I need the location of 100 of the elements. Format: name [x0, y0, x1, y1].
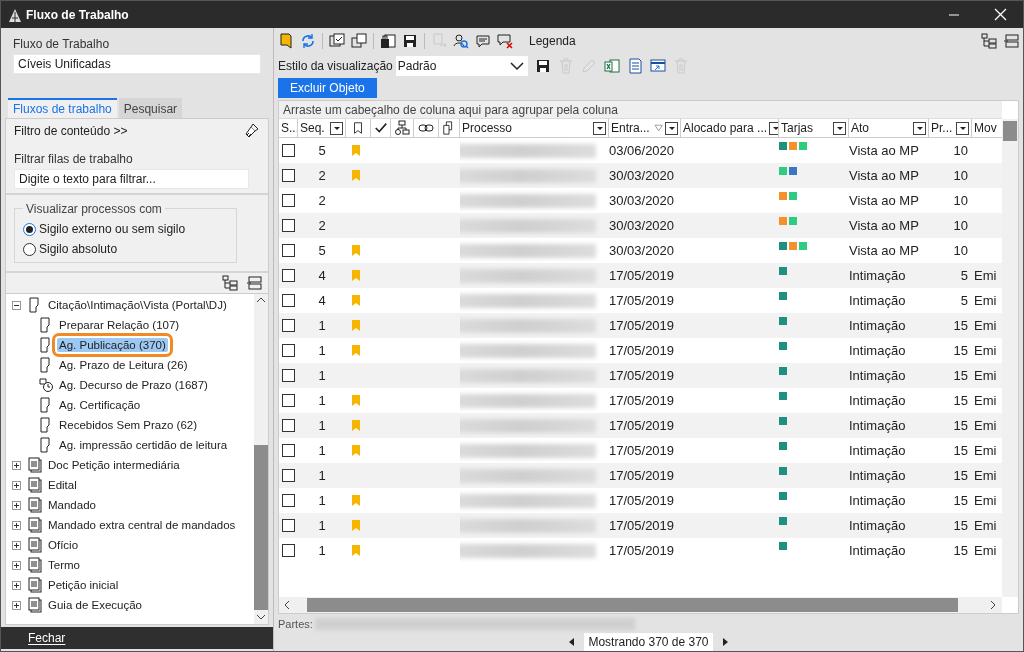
table-row[interactable]: 1 17/05/2019 Intimação 15 Emi — [279, 313, 1002, 338]
table-row[interactable]: 1 17/05/2019 Intimação 15 Emi — [279, 538, 1002, 563]
row-checkbox[interactable] — [282, 394, 295, 407]
column-header[interactable]: Alocado para ... — [681, 119, 779, 137]
table-row[interactable]: 2 30/03/2020 Vista ao MP 10 — [279, 213, 1002, 238]
row-checkbox[interactable] — [282, 144, 295, 157]
expand-toggle-icon[interactable] — [12, 580, 21, 590]
column-header[interactable]: Processo — [460, 119, 609, 137]
row-checkbox[interactable] — [282, 469, 295, 482]
row-checkbox[interactable] — [282, 519, 295, 532]
row-checkbox[interactable] — [282, 294, 295, 307]
table-row[interactable]: 5 30/03/2020 Vista ao MP 10 — [279, 238, 1002, 263]
legend-button[interactable]: Legenda — [529, 34, 576, 48]
table-row[interactable]: 1 17/05/2019 Intimação 15 Emi — [279, 338, 1002, 363]
tree-item[interactable]: Ag. impressão certidão de leitura — [57, 438, 230, 452]
vertical-scrollbar[interactable] — [1002, 119, 1018, 597]
collapse-all-button[interactable] — [246, 275, 262, 291]
tree-item[interactable]: Ag. Prazo de Leitura (26) — [57, 358, 190, 372]
table-row[interactable]: 4 17/05/2019 Intimação 5 Emi — [279, 263, 1002, 288]
expand-toggle-icon[interactable] — [12, 520, 21, 530]
column-header[interactable]: Tarjas — [779, 119, 849, 137]
checklist-tool[interactable] — [329, 33, 345, 49]
expand-toggle-icon[interactable] — [12, 540, 21, 550]
window-export-tool[interactable] — [649, 57, 666, 74]
row-checkbox[interactable] — [282, 244, 295, 257]
column-header[interactable]: Pr... — [929, 119, 972, 137]
radio-button[interactable] — [23, 242, 36, 256]
tree-item[interactable]: Edital — [46, 478, 79, 492]
save-tool[interactable] — [402, 33, 418, 49]
column-header[interactable]: S... — [279, 119, 298, 137]
table-row[interactable]: 1 17/05/2019 Intimação 15 Emi — [279, 463, 1002, 488]
tree-item[interactable]: Recebidos Sem Prazo (62) — [57, 418, 200, 432]
row-checkbox[interactable] — [282, 319, 295, 332]
floppy-lock-tool[interactable] — [380, 33, 396, 49]
row-checkbox[interactable] — [282, 494, 295, 507]
view-style-dropdown[interactable]: Padrão — [395, 55, 528, 76]
comment-tool[interactable] — [475, 33, 491, 49]
table-row[interactable]: 2 30/03/2020 Vista ao MP 10 — [279, 163, 1002, 188]
document-tool[interactable] — [626, 57, 643, 74]
table-row[interactable]: 2 30/03/2020 Vista ao MP 10 — [279, 188, 1002, 213]
expand-toggle-icon[interactable] — [12, 500, 21, 510]
filter-dropdown-button[interactable] — [593, 121, 606, 135]
horizontal-scrollbar[interactable] — [279, 597, 1002, 613]
table-row[interactable]: 1 17/05/2019 Intimação 15 Emi — [279, 513, 1002, 538]
column-header[interactable]: Seq. — [298, 119, 346, 137]
refresh-tool[interactable] — [300, 33, 316, 49]
tree-item[interactable]: Preparar Relação (107) — [57, 318, 182, 332]
column-header[interactable]: Ato — [849, 119, 929, 137]
row-checkbox[interactable] — [282, 194, 295, 207]
hierarchy-button[interactable] — [222, 275, 238, 291]
tree-item[interactable]: Ag. Certificação — [57, 398, 143, 412]
spreadsheet-tool[interactable] — [603, 57, 620, 74]
workflow-field[interactable]: Cíveis Unificadas — [13, 54, 261, 74]
tree-item[interactable]: Mandado extra central de mandados — [46, 518, 238, 532]
vertical-scrollbar[interactable] — [254, 294, 268, 624]
expand-toggle-icon[interactable] — [12, 600, 21, 610]
folder-tool[interactable] — [278, 33, 294, 49]
tree-item[interactable]: Ag. Decurso de Prazo (1687) — [57, 378, 210, 392]
tree-item[interactable]: Petição inicial — [46, 578, 121, 592]
row-checkbox[interactable] — [282, 369, 295, 382]
table-row[interactable]: 1 17/05/2019 Intimação 15 Emi — [279, 488, 1002, 513]
table-row[interactable]: 1 17/05/2019 Intimação 15 Emi — [279, 413, 1002, 438]
row-checkbox[interactable] — [282, 544, 295, 557]
comment-delete-tool[interactable] — [497, 33, 513, 49]
filter-dropdown-button[interactable] — [769, 121, 778, 135]
tree-item[interactable]: Ofício — [46, 538, 81, 552]
row-checkbox[interactable] — [282, 344, 295, 357]
delete-object-button[interactable]: Excluir Objeto — [278, 78, 377, 98]
row-checkbox[interactable] — [282, 219, 295, 232]
user-search-tool[interactable] — [453, 33, 469, 49]
tab[interactable]: Pesquisar — [118, 98, 183, 118]
filter-dropdown-button[interactable] — [665, 121, 678, 135]
tree-item[interactable]: Mandado — [46, 498, 98, 512]
table-row[interactable]: 1 17/05/2019 Intimação 15 Emi — [279, 438, 1002, 463]
table-row[interactable]: 4 17/05/2019 Intimação 5 Emi — [279, 288, 1002, 313]
radio-button[interactable] — [23, 222, 36, 236]
table-row[interactable]: 1 17/05/2019 Intimação 15 Emi — [279, 363, 1002, 388]
filter-dropdown-button[interactable] — [913, 121, 926, 135]
next-page-button[interactable] — [720, 637, 730, 647]
tree-item[interactable]: Citação\Intimação\Vista (Portal\DJ) — [46, 298, 229, 312]
filter-field[interactable]: Digite o texto para filtrar... — [14, 169, 249, 189]
table-row[interactable]: 1 17/05/2019 Intimação 15 Emi — [279, 388, 1002, 413]
tab[interactable]: Fluxos de trabalho — [8, 98, 117, 118]
filter-dropdown-button[interactable] — [330, 121, 343, 135]
save-tool[interactable] — [534, 57, 551, 74]
row-checkbox[interactable] — [282, 444, 295, 457]
tree-item[interactable]: Guia de Execução — [46, 598, 144, 612]
expand-toggle-icon[interactable] — [12, 480, 21, 490]
collapse-toggle-icon[interactable] — [12, 300, 21, 310]
collapse-all-button[interactable] — [1003, 33, 1019, 49]
tree-item[interactable]: Termo — [46, 558, 82, 572]
close-text-button[interactable]: Fechar — [1, 627, 273, 649]
table-row[interactable]: 5 03/06/2020 Vista ao MP 10 — [279, 138, 1002, 163]
previous-page-button[interactable] — [567, 637, 577, 647]
tree-item[interactable]: Doc Petição intermediária — [46, 458, 182, 472]
copy-tool[interactable] — [351, 33, 367, 49]
filter-dropdown-button[interactable] — [833, 121, 846, 135]
expand-toggle-icon[interactable] — [12, 560, 21, 570]
content-filter-link[interactable]: Filtro de conteúdo >> — [14, 124, 128, 138]
expand-toggle-icon[interactable] — [12, 460, 21, 470]
